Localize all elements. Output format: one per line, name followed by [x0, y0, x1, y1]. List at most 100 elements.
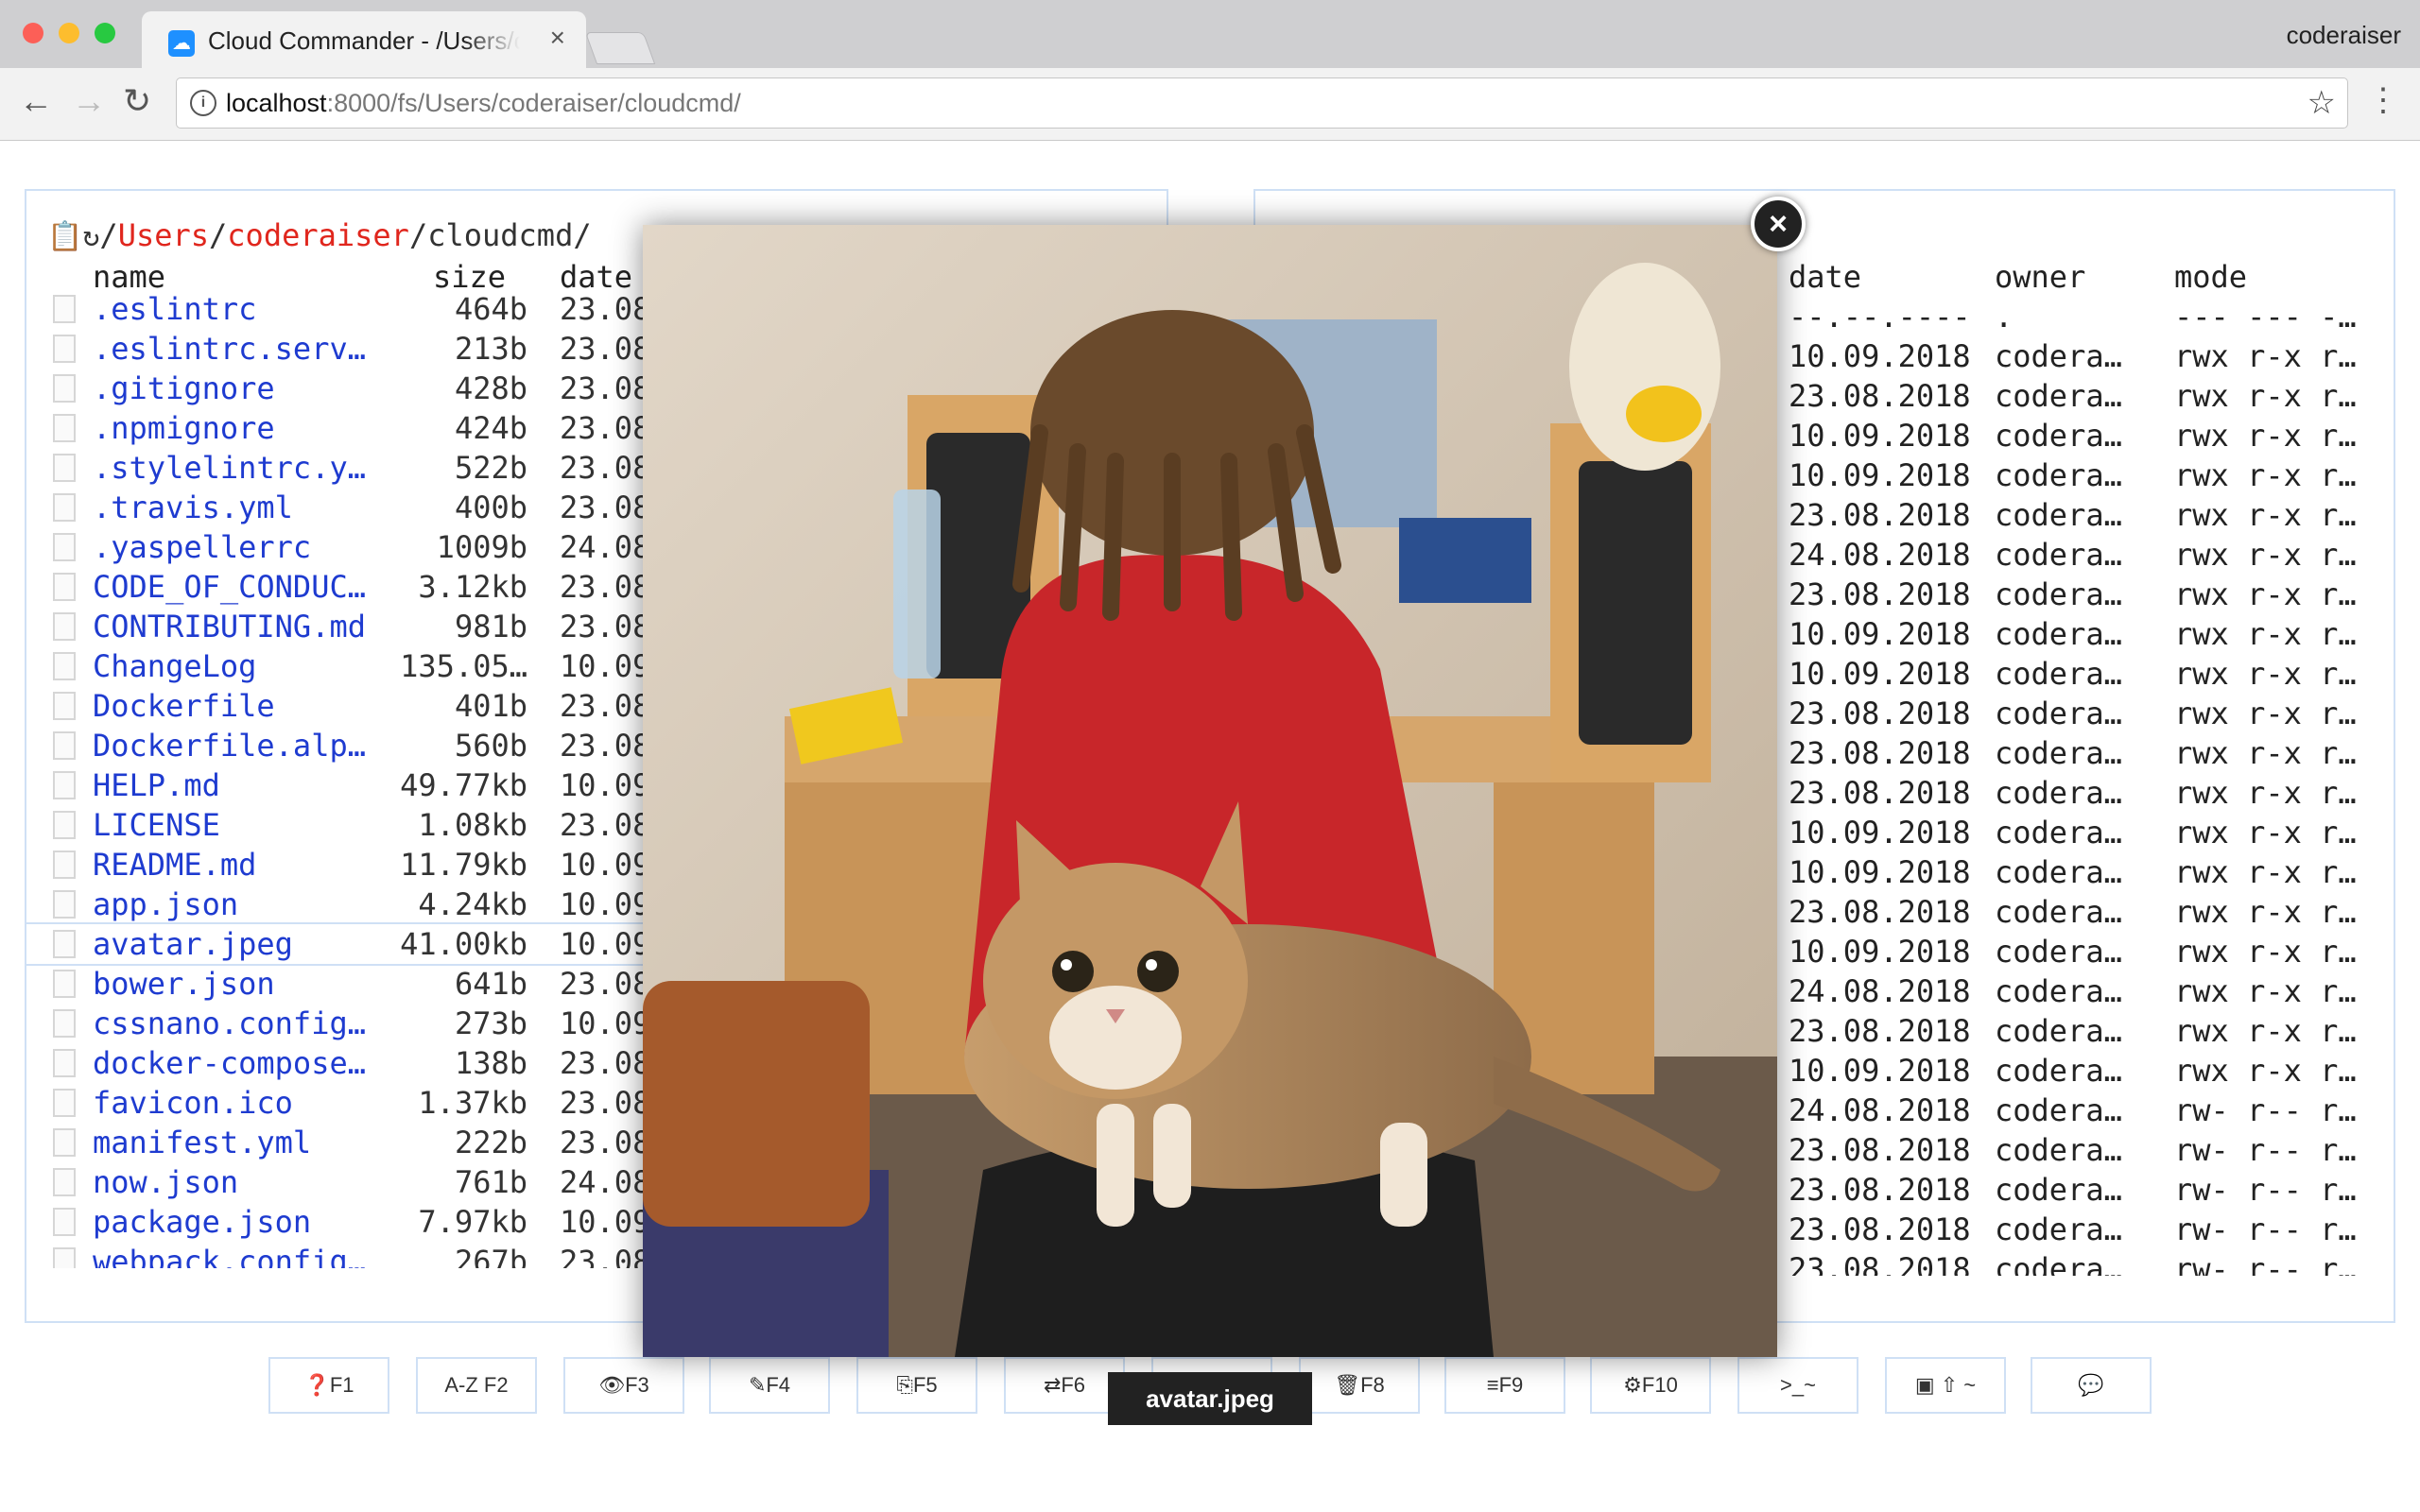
file-name[interactable]: ChangeLog [93, 648, 256, 684]
file-date: 23.08 [560, 807, 651, 843]
fkey-help[interactable]: ❓F1 [268, 1357, 389, 1414]
column-header-owner[interactable]: owner [1995, 259, 2085, 295]
file-mode: rwx r-x r… [2174, 894, 2357, 930]
info-icon[interactable]: i [190, 90, 216, 116]
file-icon [53, 454, 76, 482]
file-name[interactable]: .eslintrc.serv… [93, 331, 366, 367]
viewer-close-button[interactable]: × [1751, 197, 1806, 251]
browser-menu-icon[interactable]: ⋮ [2367, 81, 2399, 119]
new-tab-button[interactable] [584, 32, 656, 64]
window-maximize-button[interactable] [95, 23, 115, 43]
file-date: 10.09.2018 [1789, 1053, 1971, 1089]
url-path: :8000/fs/Users/coderaiser/cloudcmd/ [326, 89, 741, 117]
file-size: 3.12kb [418, 569, 527, 605]
file-name[interactable]: LICENSE [93, 807, 220, 843]
file-name[interactable]: manifest.yml [93, 1125, 311, 1160]
window-close-button[interactable] [23, 23, 43, 43]
file-name[interactable]: webpack.config… [93, 1244, 366, 1268]
file-owner: codera… [1995, 1013, 2122, 1049]
file-name[interactable]: .npmignore [93, 410, 275, 446]
file-name[interactable]: README.md [93, 847, 256, 883]
fkey-terminal[interactable]: ▣ ⇧ ~ [1885, 1357, 2006, 1414]
refresh-icon[interactable]: ↻ [82, 220, 99, 253]
file-name[interactable]: .travis.yml [93, 490, 293, 525]
path-link-users[interactable]: Users [118, 217, 209, 253]
file-size: 1.37kb [418, 1085, 527, 1121]
file-date: 10.09 [560, 926, 651, 962]
file-mode: rwx r-x r… [2174, 537, 2357, 573]
file-size: 522b [454, 450, 527, 486]
fkey-sort-alpha[interactable]: A-Z F2 [416, 1357, 537, 1414]
file-date: 10.09.2018 [1789, 616, 1971, 652]
fkey-menu[interactable]: ≡F9 [1444, 1357, 1565, 1414]
file-name[interactable]: package.json [93, 1204, 311, 1240]
file-date: 23.08 [560, 450, 651, 486]
cat-eye-glint [1146, 959, 1157, 971]
address-bar[interactable]: i localhost:8000/fs/Users/coderaiser/clo… [176, 77, 2348, 129]
file-icon [53, 652, 76, 680]
fkey-gear[interactable]: ⚙F10 [1590, 1357, 1711, 1414]
file-size: 464b [454, 291, 527, 327]
fkey-eye[interactable]: 👁F3 [563, 1357, 684, 1414]
profile-name[interactable]: coderaiser [2287, 21, 2401, 50]
file-mode: rwx r-x r… [2174, 418, 2357, 454]
fkey-move[interactable]: ⇄F6 [1004, 1357, 1125, 1414]
image-viewer[interactable] [643, 225, 1777, 1357]
browser-tabbar: ☁ Cloud Commander - /Users/coderaiser/cl… [0, 0, 2420, 70]
file-name[interactable]: app.json [93, 886, 238, 922]
file-name[interactable]: .yaspellerrc [93, 529, 311, 565]
file-name[interactable]: Dockerfile.alp… [93, 728, 366, 764]
url-text[interactable]: localhost:8000/fs/Users/coderaiser/cloud… [226, 89, 741, 118]
file-name[interactable]: favicon.ico [93, 1085, 293, 1121]
clipboard-icon[interactable]: 📋 [47, 220, 82, 253]
file-date: 23.08 [560, 370, 651, 406]
file-date: 23.08.2018 [1789, 775, 1971, 811]
forward-arrow-icon[interactable]: → [72, 81, 106, 121]
column-header-date[interactable]: date [1789, 259, 1861, 295]
file-date: 23.08.2018 [1789, 576, 1971, 612]
reload-icon[interactable]: ↻ [123, 81, 151, 121]
file-icon [53, 850, 76, 879]
file-date: 10.09 [560, 648, 651, 684]
yellow-toy [1626, 386, 1702, 442]
file-size: 138b [454, 1045, 527, 1081]
file-name[interactable]: HELP.md [93, 767, 220, 803]
file-size: 4.24kb [418, 886, 527, 922]
file-owner: codera… [1995, 378, 2122, 414]
file-date: 10.09 [560, 1005, 651, 1041]
back-arrow-icon[interactable]: ← [19, 81, 53, 121]
file-date: 23.08 [560, 609, 651, 644]
file-name[interactable]: .eslintrc [93, 291, 256, 327]
tab-title: Cloud Commander - /Users/coderaiser/clou… [208, 26, 520, 55]
fkey-console[interactable]: >_~ [1737, 1357, 1858, 1414]
file-name[interactable]: now.json [93, 1164, 238, 1200]
fkey-trash[interactable]: 🗑F8 [1299, 1357, 1420, 1414]
cat-muzzle [1049, 986, 1182, 1090]
browser-tab-active[interactable]: ☁ Cloud Commander - /Users/coderaiser/cl… [142, 11, 586, 70]
file-name[interactable]: .stylelintrc.y… [93, 450, 366, 486]
path-link-user[interactable]: coderaiser [227, 217, 409, 253]
bookmark-star-icon[interactable]: ☆ [2308, 84, 2336, 122]
file-name[interactable]: cssnano.config… [93, 1005, 366, 1041]
fkey-chat[interactable]: 💬 [2031, 1357, 2152, 1414]
path-current-dir: /cloudcmd/ [408, 217, 592, 253]
file-name[interactable]: CODE_OF_CONDUC… [93, 569, 366, 605]
file-mode: rw- r-- r… [2174, 1132, 2357, 1168]
file-date: 10.09.2018 [1789, 418, 1971, 454]
file-name[interactable]: bower.json [93, 966, 275, 1002]
file-name[interactable]: docker-compose… [93, 1045, 366, 1081]
file-name[interactable]: Dockerfile [93, 688, 275, 724]
file-size: 11.79kb [400, 847, 527, 883]
fkey-edit[interactable]: ✎F4 [709, 1357, 830, 1414]
path-root[interactable]: / [99, 217, 117, 253]
window-minimize-button[interactable] [59, 23, 79, 43]
file-name[interactable]: CONTRIBUTING.md [93, 609, 366, 644]
file-mode: rwx r-x r… [2174, 497, 2357, 533]
file-name[interactable]: avatar.jpeg [93, 926, 293, 962]
file-owner: codera… [1995, 973, 2122, 1009]
file-name[interactable]: .gitignore [93, 370, 275, 406]
path-separator: / [209, 217, 228, 253]
tab-close-button[interactable]: × [550, 23, 565, 53]
column-header-mode[interactable]: mode [2174, 259, 2247, 295]
fkey-copy[interactable]: ⎘F5 [856, 1357, 977, 1414]
